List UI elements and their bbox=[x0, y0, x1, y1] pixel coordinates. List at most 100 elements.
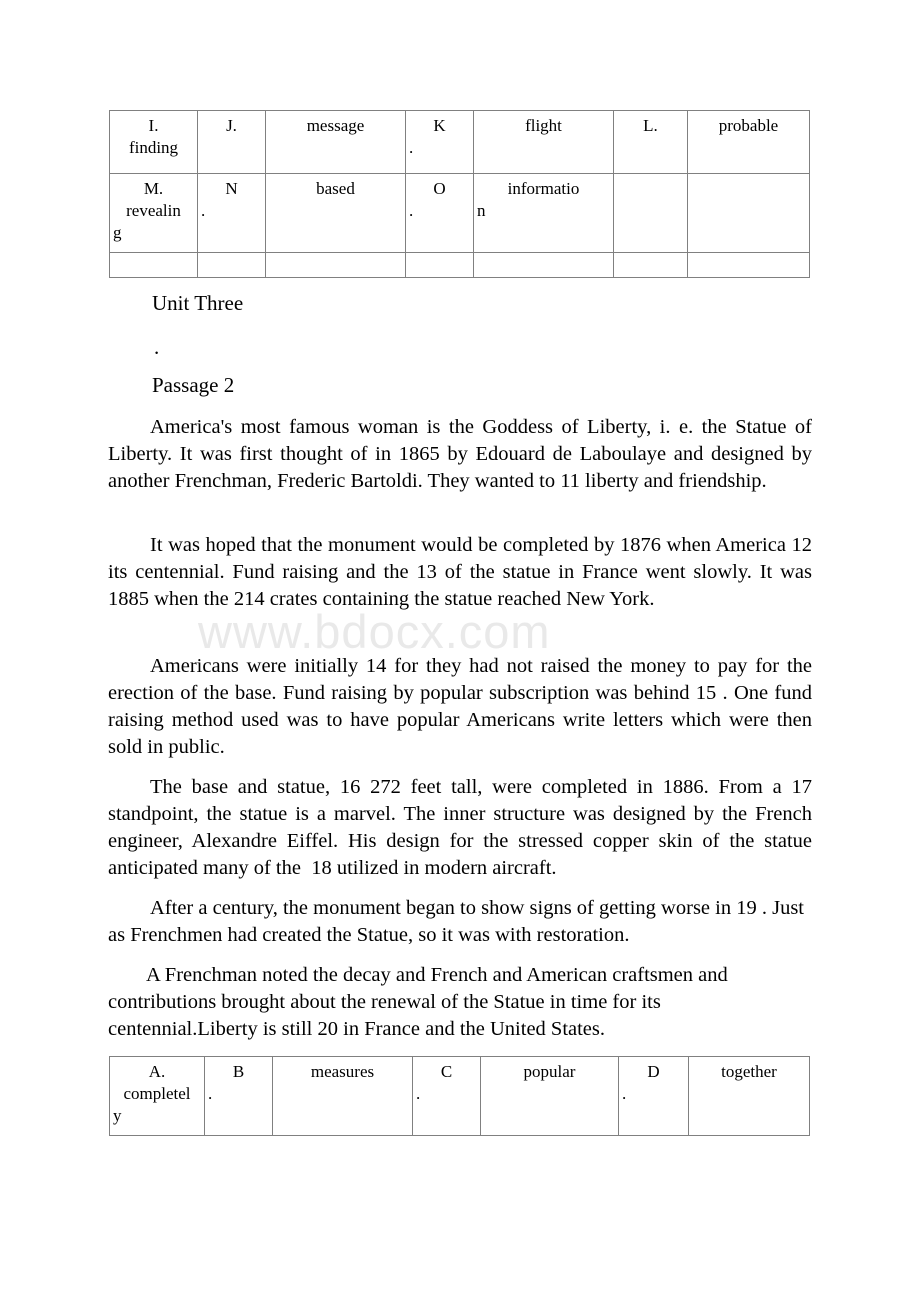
vocabulary-options-table-bottom: A. completel y B. measures C. popular D. t… bbox=[109, 1056, 810, 1136]
cell-line: I. bbox=[148, 116, 159, 135]
table-cell-o: O. bbox=[405, 173, 474, 253]
table-cell-based: based bbox=[265, 173, 406, 253]
table-cell-empty bbox=[687, 173, 810, 253]
table-top-body: I. finding J. message K. flight L. probab… bbox=[109, 110, 810, 278]
table-cell-flight: flight bbox=[473, 110, 614, 174]
table-cell-empty bbox=[405, 252, 474, 278]
cell-line: n bbox=[477, 201, 486, 221]
cell-content bbox=[406, 253, 473, 261]
passage-heading: Passage 2 bbox=[152, 373, 235, 397]
table-cell-a: A. completel y bbox=[109, 1056, 205, 1136]
table-row: M. revealin g N. based O. informatio n bbox=[109, 173, 810, 253]
cell-line: y bbox=[113, 1106, 122, 1126]
table-cell-j: J. bbox=[197, 110, 266, 174]
cell-line: completel bbox=[123, 1084, 191, 1104]
passage-paragraph-3: Americans were initially 14 for they had… bbox=[108, 655, 818, 758]
cell-content bbox=[474, 253, 613, 261]
table-cell-c: C. bbox=[412, 1056, 481, 1136]
cell-line: flight bbox=[525, 116, 562, 135]
cell-line: C bbox=[440, 1062, 453, 1081]
unit-heading: Unit Three bbox=[152, 291, 244, 315]
table-cell-probable: probable bbox=[687, 110, 810, 174]
passage-paragraph-6: A Frenchman noted the decay and French a… bbox=[108, 964, 733, 1040]
table-row: A. completel y B. measures C. popular D. t… bbox=[109, 1056, 810, 1136]
cell-line: measures bbox=[310, 1062, 375, 1081]
table-cell-empty bbox=[687, 252, 810, 278]
cell-content: M. revealin g bbox=[110, 174, 197, 248]
cell-line: together bbox=[721, 1062, 777, 1081]
table-cell-together: together bbox=[688, 1056, 810, 1136]
table-cell-d: D. bbox=[618, 1056, 689, 1136]
cell-line: N bbox=[225, 179, 238, 198]
cell-content: N. bbox=[198, 174, 265, 226]
cell-line: popular bbox=[523, 1062, 576, 1081]
table-cell-empty bbox=[109, 252, 198, 278]
table-cell-information: informatio n bbox=[473, 173, 614, 253]
cell-content: message bbox=[266, 111, 405, 141]
cell-content bbox=[688, 253, 809, 261]
cell-content: K. bbox=[406, 111, 473, 163]
cell-line: based bbox=[316, 179, 355, 198]
table-cell-measures: measures bbox=[272, 1056, 413, 1136]
cell-line: O bbox=[433, 179, 446, 198]
cell-content: A. completel y bbox=[110, 1057, 204, 1131]
cell-content: O. bbox=[406, 174, 473, 226]
table-cell-empty bbox=[473, 252, 614, 278]
table-cell-message: message bbox=[265, 110, 406, 174]
cell-content: together bbox=[689, 1057, 809, 1087]
table-bottom-body: A. completel y B. measures C. popular D. t… bbox=[109, 1056, 810, 1136]
document-page: www.bdocx.com I. finding J. message K. fl… bbox=[0, 0, 920, 1302]
table-cell-popular: popular bbox=[480, 1056, 619, 1136]
table-cell-l: L. bbox=[613, 110, 688, 174]
cell-content: probable bbox=[688, 111, 809, 141]
cell-line: D bbox=[647, 1062, 660, 1081]
table-cell-k: K. bbox=[405, 110, 474, 174]
passage-paragraph-2: It was hoped that the monument would be … bbox=[108, 534, 818, 610]
cell-line: A. bbox=[148, 1062, 166, 1081]
cell-content: J. bbox=[198, 111, 265, 141]
cell-line: message bbox=[306, 116, 365, 135]
cell-content bbox=[110, 253, 197, 261]
cell-line: J. bbox=[226, 116, 237, 135]
cell-content bbox=[614, 174, 687, 182]
table-cell-empty bbox=[197, 252, 266, 278]
cell-content: B. bbox=[205, 1057, 272, 1109]
cell-line: g bbox=[113, 223, 122, 243]
table-row-empty bbox=[109, 252, 810, 278]
cell-content bbox=[266, 253, 405, 261]
cell-line: revealin bbox=[126, 201, 181, 221]
cell-content: D. bbox=[619, 1057, 688, 1109]
cell-line: . bbox=[409, 201, 414, 221]
cell-content: informatio n bbox=[474, 174, 613, 226]
passage-paragraph-1: America's most famous woman is the Godde… bbox=[108, 416, 818, 492]
cell-content: based bbox=[266, 174, 405, 204]
table-cell-n: N. bbox=[197, 173, 266, 253]
table-cell-i: I. finding bbox=[109, 110, 198, 174]
cell-line: B bbox=[232, 1062, 245, 1081]
cell-content bbox=[614, 253, 687, 261]
passage-paragraph-5: After a century, the monument began to s… bbox=[108, 897, 810, 946]
cell-content: measures bbox=[273, 1057, 412, 1087]
cell-line: K bbox=[433, 116, 446, 135]
table-cell-m: M. revealin g bbox=[109, 173, 198, 253]
cell-content: I. finding bbox=[110, 111, 197, 163]
table-cell-empty bbox=[613, 173, 688, 253]
cell-line: M. bbox=[143, 179, 164, 198]
cell-line: . bbox=[622, 1084, 627, 1104]
cell-content: L. bbox=[614, 111, 687, 141]
cell-content: C. bbox=[413, 1057, 480, 1109]
table-row: I. finding J. message K. flight L. probab… bbox=[109, 110, 810, 174]
cell-content: flight bbox=[474, 111, 613, 141]
table-cell-b: B. bbox=[204, 1056, 273, 1136]
cell-content: popular bbox=[481, 1057, 618, 1087]
cell-line: . bbox=[416, 1084, 421, 1104]
cell-line: probable bbox=[718, 116, 779, 135]
standalone-period: . bbox=[154, 335, 160, 359]
cell-line: informatio bbox=[507, 179, 580, 198]
cell-content bbox=[198, 253, 265, 261]
table-cell-empty bbox=[265, 252, 406, 278]
cell-line: . bbox=[208, 1084, 213, 1104]
cell-line: . bbox=[409, 138, 414, 158]
cell-line: finding bbox=[128, 138, 179, 158]
vocabulary-options-table-top: I. finding J. message K. flight L. probab… bbox=[109, 110, 810, 278]
